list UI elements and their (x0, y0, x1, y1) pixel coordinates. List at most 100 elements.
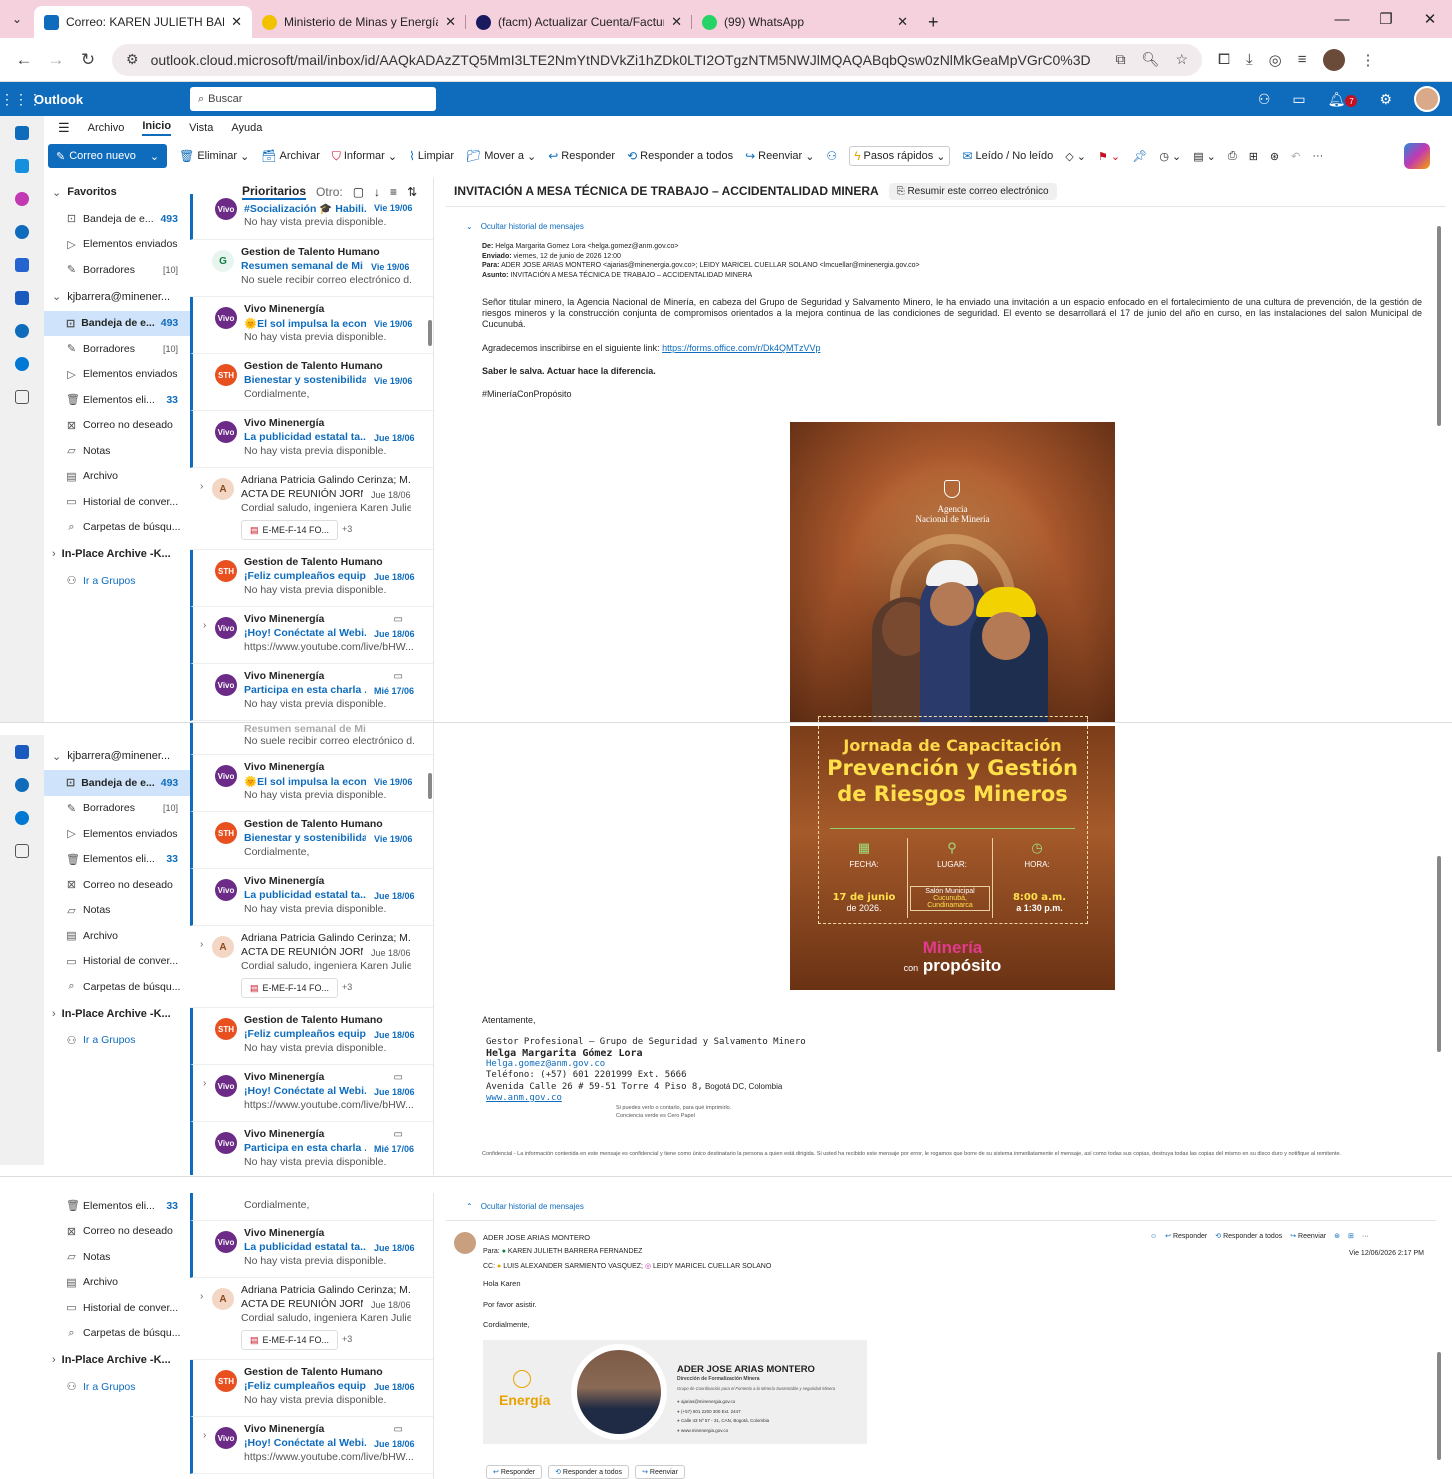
folder-sent-favorite[interactable]: ▷ Elementos enviados (44, 232, 190, 258)
tab-archivo[interactable]: Archivo (88, 122, 125, 134)
folder-deleted[interactable]: 🗑︎ Elementos eli... 33 (44, 387, 190, 413)
zoom-icon[interactable]: 🔍︎ (1138, 51, 1164, 68)
hide-history-toggle[interactable]: ⌃ Ocultar historial de mensajes (466, 1202, 584, 1211)
account-header[interactable]: ⌄ kjbarrera@minener... (44, 742, 190, 770)
folder-notes[interactable]: ▱ Notas (44, 438, 190, 464)
browser-tab-facm[interactable]: (facm) Actualizar Cuenta/Factur ✕ (466, 6, 692, 38)
reply-all-button[interactable]: ⟲ Responder a todos (627, 149, 733, 163)
list-item[interactable]: › Vivo Vivo Minenergía ▭ ¡Hoy! Conéctate… (190, 607, 433, 664)
sender-avatar[interactable] (454, 1232, 476, 1254)
restore-icon[interactable]: ❐ (1364, 10, 1408, 28)
rules-button[interactable]: ▤ ⌄ (1193, 150, 1216, 163)
list-item[interactable]: STH Gestion de Talento Humano Bienestar … (190, 812, 433, 869)
new-mail-button[interactable]: ✎ Correo nuevo ⌄ (48, 144, 168, 168)
downloads-icon[interactable]: ⤓ (1246, 51, 1253, 68)
close-icon[interactable]: ✕ (897, 14, 908, 30)
folder-sent[interactable]: ▷ Elementos enviados (44, 362, 190, 388)
profile-avatar[interactable] (1322, 48, 1345, 71)
snooze-button[interactable]: ◷ ⌄ (1159, 150, 1181, 163)
in-place-archive-header[interactable]: › In-Place Archive -K... (44, 540, 190, 568)
list-item[interactable]: Vivo Vivo Minenergía 🌞El sol impulsa la … (190, 297, 433, 354)
folder-conversation-history[interactable]: ▭ Historial de conver... (44, 949, 190, 975)
hamburger-icon[interactable]: ☰ (58, 120, 70, 136)
address-bar[interactable]: ⚙ outlook.cloud.microsoft/mail/inbox/id/… (112, 43, 1202, 76)
forward-button[interactable]: ↪ Reenviar ⌄ (745, 149, 814, 163)
chevron-right-icon[interactable]: › (203, 1430, 206, 1441)
forward-icon[interactable]: → (40, 50, 72, 70)
more-options-icon[interactable]: ··· (1312, 150, 1323, 162)
more-apps-icon[interactable] (0, 834, 44, 867)
notifications-icon[interactable]: 🔔︎ 7 (1328, 91, 1358, 108)
list-item[interactable]: Vivo Vivo Minenergía La publicidad estat… (190, 869, 433, 926)
menu-kebab-icon[interactable]: ⋮ (1361, 51, 1376, 69)
folder-notes[interactable]: ▱ Notas (44, 898, 190, 924)
list-item[interactable]: STH Gestion de Talento Humano Bienestar … (190, 354, 433, 411)
read-unread-button[interactable]: ✉ Leído / No leído (962, 149, 1053, 163)
extensions-icon[interactable]: ⧠ (1218, 51, 1230, 68)
list-item[interactable]: › A Adriana Patricia Galindo Cerinza; M.… (190, 1278, 433, 1360)
summarize-button[interactable]: ⎘ Resumir este correo electrónico (888, 182, 1057, 200)
bookmark-star-icon[interactable]: ☆ (1171, 51, 1192, 68)
search-input[interactable]: ⌕ Buscar (190, 87, 436, 111)
list-item[interactable]: › Vivo Vivo Minenergía ▭ ¡Hoy! Conéctate… (190, 1065, 433, 1122)
reply-button[interactable]: ↩ Responder (548, 149, 615, 163)
browser-tab-whatsapp[interactable]: (99) WhatsApp ✕ (692, 6, 918, 38)
undo-icon[interactable]: ↶ (1291, 150, 1300, 163)
forward-button[interactable]: ↪ Reenviar (1290, 1232, 1326, 1240)
flag-button[interactable]: ⚑ ⌄ (1098, 150, 1120, 163)
calendar-icon[interactable] (0, 149, 44, 182)
register-link[interactable]: https://forms.office.com/r/Dk4QMTzVVp (662, 343, 820, 353)
apps-icon[interactable]: ⊞ (1249, 150, 1258, 163)
folder-archive[interactable]: ▤ Archivo (44, 923, 190, 949)
minimize-icon[interactable]: — (1320, 11, 1364, 28)
signature-web-link[interactable]: www.anm.gov.co (486, 1093, 906, 1104)
favorites-header[interactable]: ⌄ Favoritos (44, 178, 190, 206)
attachment-chip[interactable]: ▤ E-ME-F-14 FO... (241, 1330, 339, 1350)
tab-inicio[interactable]: Inicio (142, 120, 172, 136)
apps-icon[interactable]: ⊞ (1348, 1232, 1354, 1240)
list-item[interactable]: Vivo #Socialización 🎓 Habili... Vie 19/0… (190, 194, 433, 240)
chevron-right-icon[interactable]: › (203, 1078, 206, 1089)
copilot-button[interactable] (1404, 143, 1430, 169)
copilot-icon[interactable] (0, 182, 44, 215)
quick-steps-button[interactable]: ϟ Pasos rápidos ⌄ (849, 146, 951, 166)
print-icon[interactable]: ⎙ (1228, 150, 1237, 163)
move-to-button[interactable]: 📁︎ Mover a ⌄ (466, 149, 536, 163)
close-window-icon[interactable]: ✕ (1408, 10, 1452, 28)
org-explorer-icon[interactable] (0, 314, 44, 347)
folder-archive[interactable]: ▤ Archivo (44, 1270, 190, 1296)
mail-icon[interactable] (0, 116, 44, 149)
folder-sent[interactable]: ▷ Elementos enviados (44, 821, 190, 847)
reading-scrollbar-bottom[interactable] (1437, 1352, 1441, 1460)
url-text[interactable]: outlook.cloud.microsoft/mail/inbox/id/AA… (151, 52, 1104, 68)
word-icon[interactable] (0, 735, 44, 768)
todo-icon[interactable] (0, 248, 44, 281)
list-scrollbar[interactable] (428, 773, 432, 799)
folder-notes[interactable]: ▱ Notas (44, 1244, 190, 1270)
user-avatar[interactable] (1414, 86, 1440, 112)
folder-deleted[interactable]: 🗑︎ Elementos eli... 33 (44, 1193, 190, 1219)
in-place-archive-header[interactable]: › In-Place Archive -K... (44, 1000, 190, 1028)
chevron-right-icon[interactable]: › (200, 939, 203, 950)
go-to-groups-link[interactable]: ⚇ Ir a Grupos (44, 1374, 190, 1400)
list-item[interactable]: Vivo Vivo Minenergía La publicidad estat… (190, 411, 433, 468)
translate-icon[interactable]: ⊛ (1334, 1232, 1340, 1240)
word-icon[interactable] (0, 281, 44, 314)
list-item[interactable]: STH Gestion de Talento Humano ¡Feliz cum… (190, 550, 433, 607)
pin-icon[interactable]: 📌︎ (1132, 149, 1147, 163)
reading-scrollbar-top[interactable] (1437, 226, 1441, 426)
onedrive-icon[interactable] (0, 801, 44, 834)
forward-button-bottom[interactable]: ↪ Reenviar (635, 1465, 685, 1479)
reading-scrollbar[interactable] (1437, 856, 1441, 1052)
folder-drafts[interactable]: ✎ Borradores [10] (44, 336, 190, 362)
close-icon[interactable]: ✕ (671, 14, 682, 30)
attachment-chip[interactable]: ▤ E-ME-F-14 FO... (241, 978, 339, 998)
folder-inbox[interactable]: ⊡ Bandeja de e... 493 (44, 310, 190, 336)
org-explorer-icon[interactable] (0, 768, 44, 801)
list-item[interactable]: Vivo Vivo Minenergía ▭ Participa en esta… (190, 664, 433, 721)
folder-archive[interactable]: ▤ Archivo (44, 464, 190, 490)
in-place-archive-header[interactable]: › In-Place Archive -K... (44, 1346, 190, 1374)
new-tab-button[interactable]: + (918, 6, 949, 38)
feedback-icon[interactable]: ▭ (1292, 91, 1305, 108)
browser-tab-outlook[interactable]: Correo: KAREN JULIETH BARRE ✕ (34, 6, 252, 38)
